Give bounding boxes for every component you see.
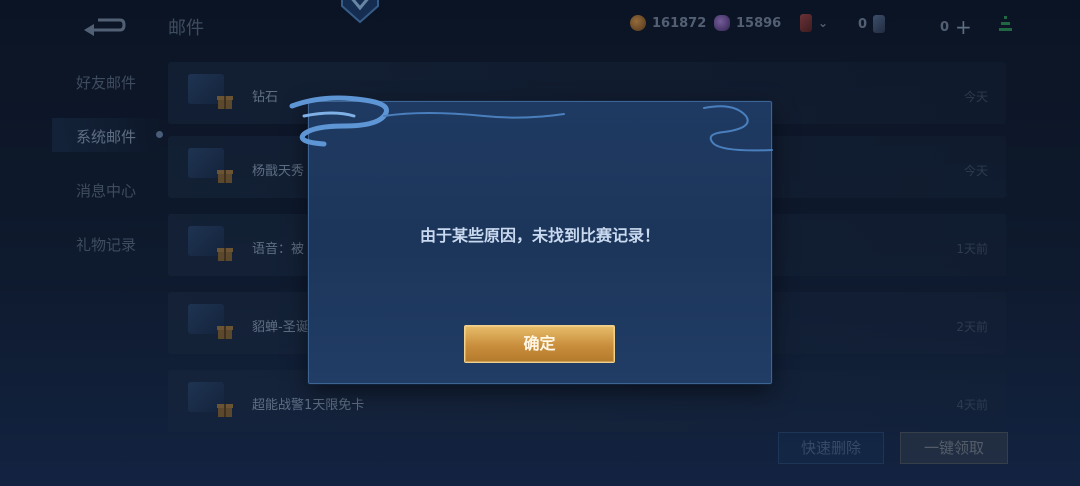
cloud-ornament-icon: [284, 92, 784, 162]
confirm-button[interactable]: 确定: [464, 325, 615, 363]
dialog-message: 由于某些原因，未找到比赛记录！: [419, 226, 660, 245]
